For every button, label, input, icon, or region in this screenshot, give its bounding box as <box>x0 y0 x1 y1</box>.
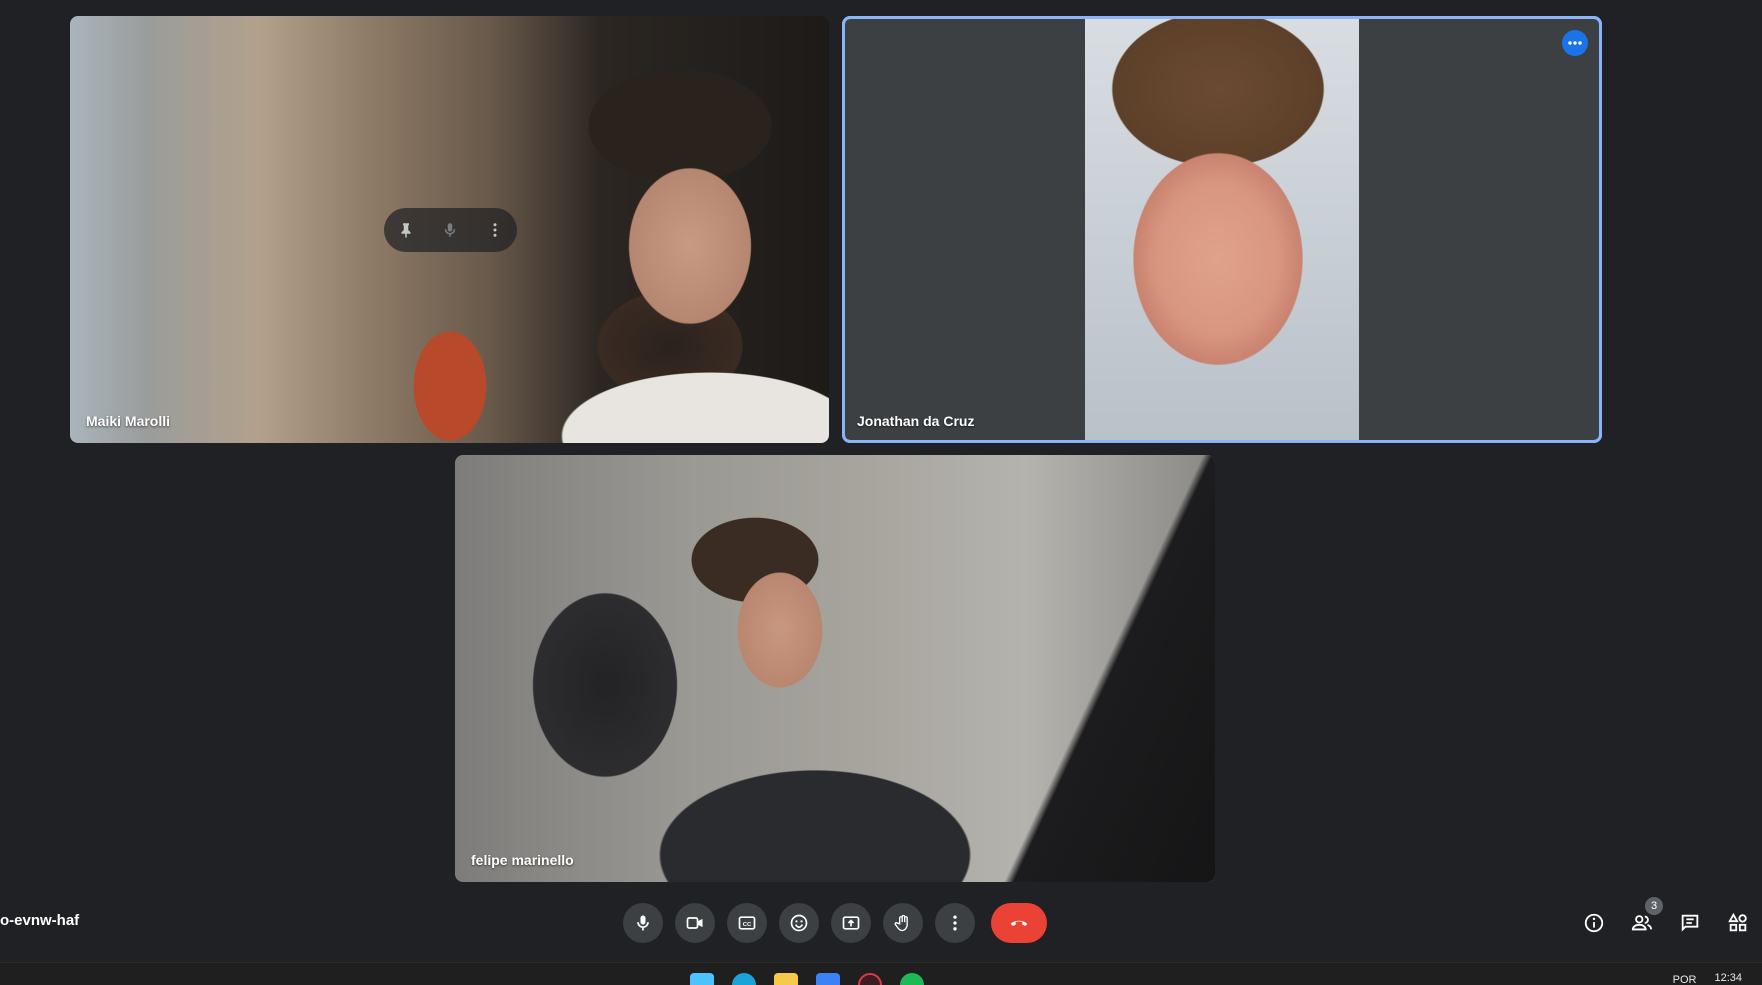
chat-icon <box>1681 914 1699 932</box>
chat-button[interactable] <box>1666 903 1714 943</box>
store-icon[interactable] <box>816 973 840 985</box>
meet-window: Maiki Marolli Jonathan da Cruz felipe ma… <box>0 0 1762 985</box>
activities-icon <box>1728 912 1747 932</box>
participant-name: Jonathan da Cruz <box>857 413 975 429</box>
raise-hand-icon <box>894 914 908 932</box>
file-explorer-icon[interactable] <box>774 973 798 985</box>
edge-icon[interactable] <box>732 973 756 985</box>
svg-text:CC: CC <box>743 922 752 928</box>
meeting-details-button[interactable] <box>1570 903 1618 943</box>
participant-name: Maiki Marolli <box>86 413 171 429</box>
pin-icon[interactable] <box>388 212 424 248</box>
call-end-icon <box>1010 920 1028 926</box>
system-tray: POR 12:34 <box>1673 963 1742 985</box>
spotify-icon[interactable] <box>900 973 924 985</box>
captions-button[interactable]: CC <box>727 903 767 943</box>
present-screen-icon <box>842 916 860 930</box>
participant-tile-maiki[interactable]: Maiki Marolli <box>70 16 829 443</box>
participant-name: felipe marinello <box>471 852 574 868</box>
os-taskbar: POR 12:34 <box>0 962 1762 985</box>
participant-count-badge: 3 <box>1645 897 1663 915</box>
people-icon <box>1631 915 1653 931</box>
more-options-icon[interactable] <box>1562 30 1588 56</box>
closed-captions-icon: CC <box>738 916 756 930</box>
participant-tile-jonathan[interactable]: Jonathan da Cruz <box>842 16 1602 443</box>
activities-button[interactable] <box>1714 903 1762 943</box>
participant-video <box>455 455 1215 882</box>
mic-icon[interactable] <box>432 212 468 248</box>
end-call-button[interactable] <box>991 903 1047 943</box>
videocam-icon <box>686 917 703 929</box>
taskbar-apps <box>690 973 924 985</box>
emoji-icon <box>790 914 808 932</box>
more-vert-icon[interactable] <box>477 212 513 248</box>
tile-hover-controls <box>384 208 517 252</box>
windows-start-icon[interactable] <box>690 973 714 985</box>
clock[interactable]: 12:34 <box>1714 972 1742 984</box>
more-options-button[interactable] <box>935 903 975 943</box>
people-button[interactable]: 3 <box>1618 897 1666 943</box>
call-controls: CC <box>623 903 1047 943</box>
more-vert-icon <box>953 915 957 931</box>
mic-button[interactable] <box>623 903 663 943</box>
participant-video <box>1085 19 1359 440</box>
camera-button[interactable] <box>675 903 715 943</box>
opera-icon[interactable] <box>858 973 882 985</box>
info-icon <box>1584 913 1604 933</box>
input-language[interactable]: POR <box>1673 974 1697 985</box>
mic-icon <box>637 915 649 931</box>
meeting-code: o-evnw-haf <box>0 912 80 929</box>
side-panel-controls: 3 <box>1570 897 1762 943</box>
present-button[interactable] <box>831 903 871 943</box>
participant-tile-felipe[interactable]: felipe marinello <box>455 455 1215 882</box>
raise-hand-button[interactable] <box>883 903 923 943</box>
reactions-button[interactable] <box>779 903 819 943</box>
